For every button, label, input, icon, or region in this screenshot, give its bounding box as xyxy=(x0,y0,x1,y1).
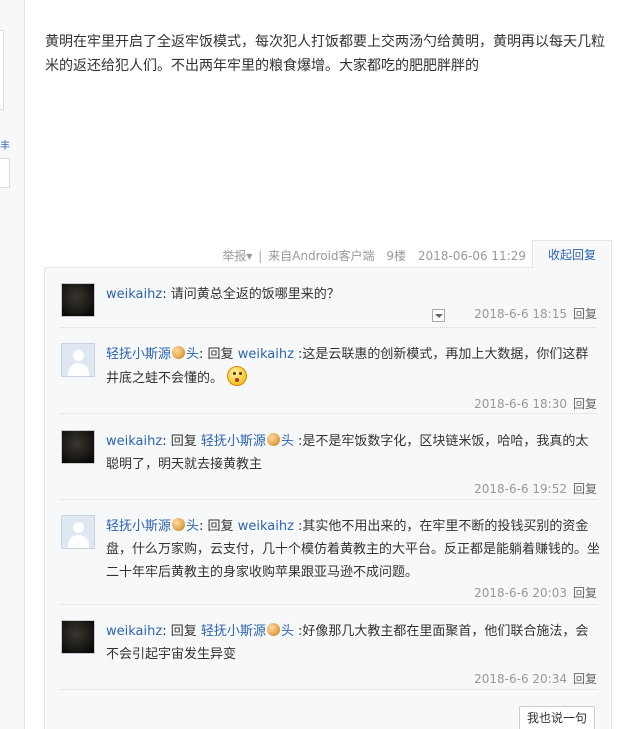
reply-target[interactable]: 轻抚小斯源头 xyxy=(201,433,294,449)
hue-icon xyxy=(266,623,280,636)
sidebar-mark: 丰 xyxy=(0,141,10,152)
avatar[interactable] xyxy=(61,515,95,549)
avatar[interactable] xyxy=(61,283,95,317)
reply-item: 轻抚小斯源 头: 回复 weikaihz :这是云联惠的创新模式，再加上大数据，你… xyxy=(61,343,597,414)
reply-body: 轻抚小斯源 头: 回复 weikaihz :其实他不用出来的，在牢里不断的投钱买别… xyxy=(106,518,601,580)
post-tail: 举报▾ | 来自Android客户端 9楼 2018-06-06 11:29 收… xyxy=(44,240,612,269)
reply-text: : 请问黄总全返的饭哪里来的？ xyxy=(162,287,340,302)
post-content: 黄明在牢里开启了全返牢饭模式，每次犯人打饭都要上交两汤勺给黄明，黄明再以每天几粒… xyxy=(45,34,605,74)
reply-button[interactable]: 回复 xyxy=(573,672,597,686)
reply-meta: 2018-6-6 20:34 回复 xyxy=(474,670,597,687)
reply-author[interactable]: weikaihz xyxy=(106,624,162,639)
reply-body: weikaihz: 回复 轻抚小斯源头 :好像那几大教主都在里面聚首，他们联合施… xyxy=(106,623,589,662)
post-date: 2018-06-06 11:29 xyxy=(417,249,526,263)
reply-meta: 2018-6-6 18:15 回复 xyxy=(474,305,597,322)
reply-body: weikaihz: 回复 轻抚小斯源头 :是不是牢饭数字化，区块链米饭，哈哈，我… xyxy=(106,433,589,472)
sidebar-box xyxy=(0,30,4,110)
post-source: 来自Android客户端 xyxy=(268,249,375,263)
avatar[interactable] xyxy=(61,343,95,377)
hue-icon xyxy=(266,433,280,446)
reply-author[interactable]: weikaihz xyxy=(106,434,162,449)
surprised-emoji-icon xyxy=(227,366,248,386)
reply-time: 2018-6-6 20:03 xyxy=(474,586,567,600)
tail-separator: | xyxy=(258,249,263,263)
reply-time: 2018-6-6 18:15 xyxy=(474,307,567,321)
floor-number: 9楼 xyxy=(386,249,407,263)
report-link[interactable]: 举报▾ xyxy=(222,249,252,263)
chevron-down-icon[interactable] xyxy=(432,309,445,322)
left-sidebar: 丰 xyxy=(0,0,25,729)
reply-author[interactable]: 轻抚小斯源头 xyxy=(106,346,199,362)
reply-word: 回复 xyxy=(170,434,197,449)
sidebar-input-box[interactable] xyxy=(0,158,10,188)
reply-button[interactable]: 回复 xyxy=(573,586,597,600)
add-comment-button[interactable]: 我也说一句 xyxy=(519,706,595,729)
reply-body: weikaihz: 请问黄总全返的饭哪里来的？ xyxy=(106,283,601,306)
post-tail-info: 举报▾ | 来自Android客户端 9楼 2018-06-06 11:29 xyxy=(222,247,526,264)
reply-time: 2018-6-6 18:30 xyxy=(474,397,567,411)
reply-panel: weikaihz: 请问黄总全返的饭哪里来的？ 2018-6-6 18:15 回复… xyxy=(44,267,612,729)
avatar[interactable] xyxy=(61,430,95,464)
reply-meta: 2018-6-6 18:30 回复 xyxy=(474,395,597,412)
reply-button[interactable]: 回复 xyxy=(573,397,597,411)
reply-word: 回复 xyxy=(170,624,197,639)
hue-icon xyxy=(172,346,186,359)
avatar[interactable] xyxy=(61,620,95,654)
reply-author[interactable]: 轻抚小斯源头 xyxy=(106,518,199,534)
reply-meta: 2018-6-6 19:52 回复 xyxy=(474,480,597,497)
reply-target[interactable]: 轻抚小斯源头 xyxy=(201,623,294,639)
reply-body: 轻抚小斯源 头: 回复 weikaihz :这是云联惠的创新模式，再加上大数据，你… xyxy=(106,346,589,386)
reply-meta: 2018-6-6 20:03 回复 xyxy=(474,584,597,601)
reply-item: 轻抚小斯源 头: 回复 weikaihz :其实他不用出来的，在牢里不断的投钱买别… xyxy=(61,515,600,605)
reply-button[interactable]: 回复 xyxy=(573,482,597,496)
reply-item: weikaihz: 回复 轻抚小斯源头 :好像那几大教主都在里面聚首，他们联合施… xyxy=(61,620,597,690)
reply-word: 回复 xyxy=(207,519,234,534)
reply-item: weikaihz: 回复 轻抚小斯源头 :是不是牢饭数字化，区块链米饭，哈哈，我… xyxy=(61,430,597,500)
reply-target[interactable]: weikaihz xyxy=(238,519,294,534)
hue-icon xyxy=(172,518,186,531)
reply-time: 2018-6-6 19:52 xyxy=(474,482,567,496)
reply-target[interactable]: weikaihz xyxy=(238,347,294,362)
reply-time: 2018-6-6 20:34 xyxy=(474,672,567,686)
reply-button[interactable]: 回复 xyxy=(573,307,597,321)
reply-item: weikaihz: 请问黄总全返的饭哪里来的？ 2018-6-6 18:15 回复 xyxy=(61,283,597,328)
collapse-replies-button[interactable]: 收起回复 xyxy=(532,240,612,269)
reply-author[interactable]: weikaihz xyxy=(106,287,162,302)
reply-word: 回复 xyxy=(207,347,234,362)
